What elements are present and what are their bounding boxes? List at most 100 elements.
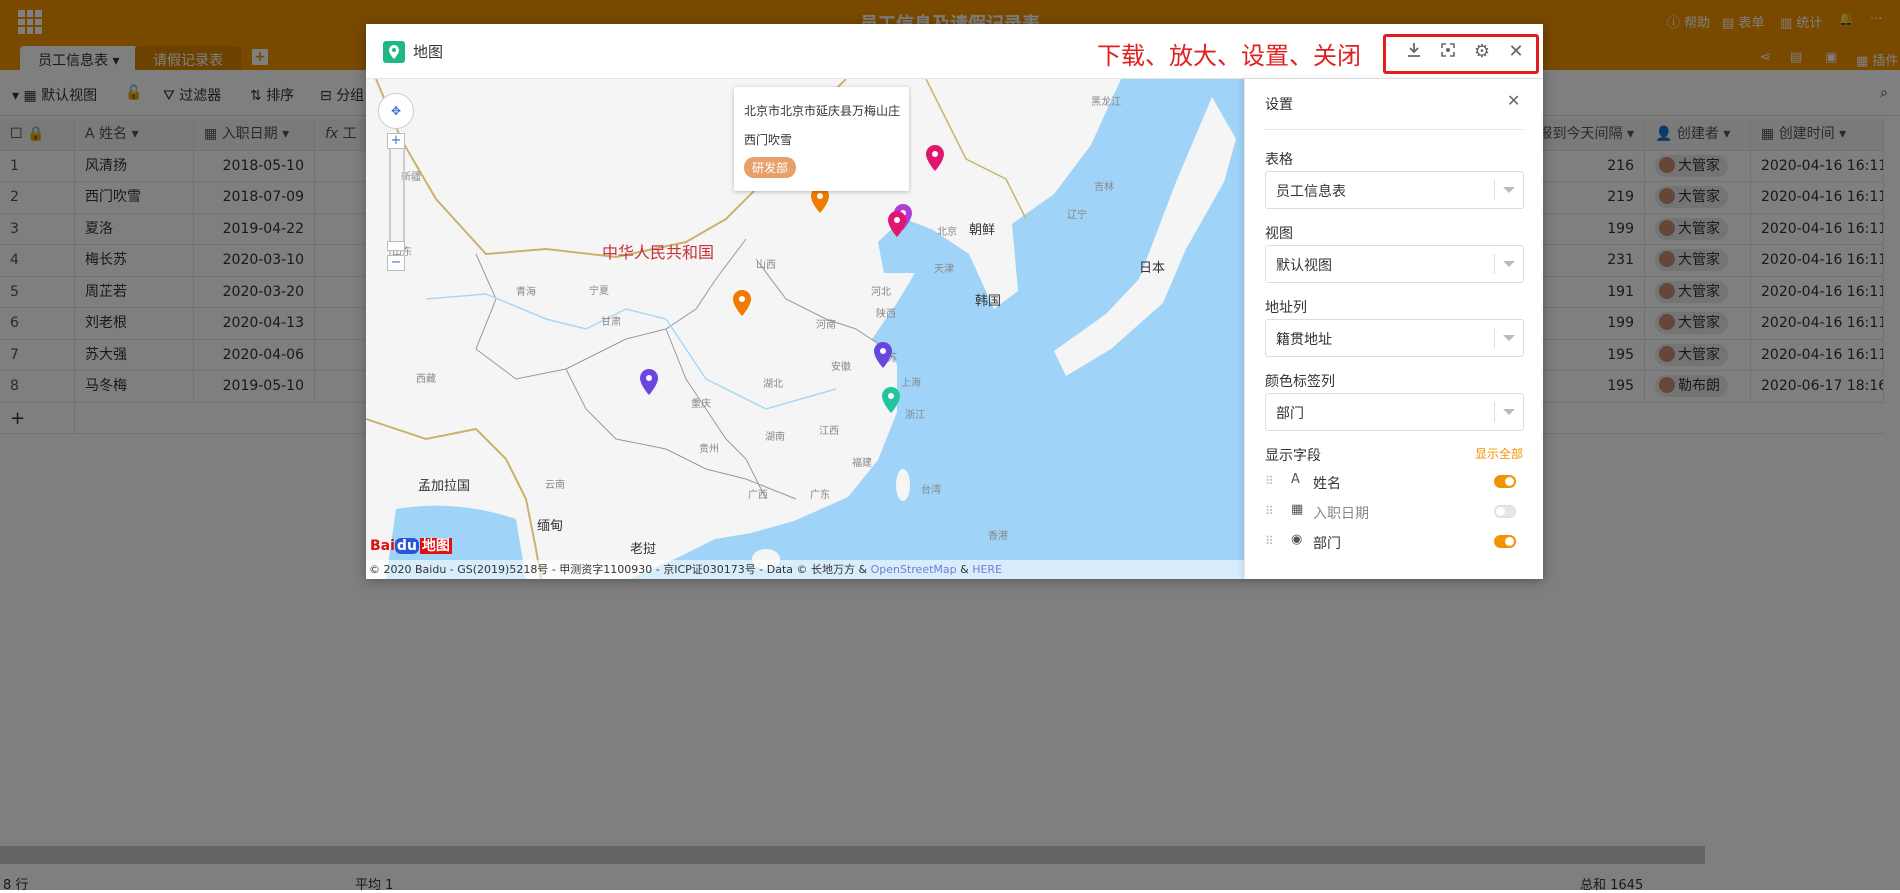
field-name: 入职日期: [1313, 506, 1369, 522]
attribution-amp: &: [956, 563, 973, 576]
close-icon[interactable]: ✕: [1505, 41, 1527, 63]
map-label-province: 香港: [988, 531, 1008, 542]
map-marker-icon[interactable]: [887, 210, 907, 242]
map-label-province: 陕西: [876, 309, 896, 320]
map-label-province: 山西: [756, 260, 776, 271]
map-label-province: 贵州: [699, 444, 719, 455]
marker-popup: 北京市北京市延庆县万梅山庄 西门吹雪 研发部: [734, 87, 909, 191]
calendar-icon: ▦: [1291, 502, 1304, 517]
field-visibility-toggle[interactable]: [1494, 505, 1516, 518]
field-name: 姓名: [1313, 476, 1341, 492]
field-visibility-toggle[interactable]: [1494, 475, 1516, 488]
zoom-in-button[interactable]: +: [387, 133, 405, 149]
map-label-province: 西藏: [416, 374, 436, 385]
map-label-province: 湖南: [765, 432, 785, 443]
settings-close-icon[interactable]: ✕: [1507, 91, 1520, 110]
map-marker-icon[interactable]: [639, 368, 659, 400]
dialog-title: 地图: [413, 43, 444, 61]
zoom-out-button[interactable]: −: [387, 255, 405, 271]
select-value: 部门: [1276, 406, 1304, 422]
chevron-down-icon: [1503, 409, 1515, 415]
view-select[interactable]: 默认视图: [1265, 245, 1524, 283]
display-field-row: ⠿ A 姓名: [1265, 470, 1524, 494]
show-all-link[interactable]: 显示全部: [1475, 445, 1523, 462]
map-label-province: 天津: [934, 264, 954, 275]
baidu-map-logo: Bai du 地图: [370, 538, 452, 554]
map-label-province: 浙江: [905, 410, 925, 421]
display-field-row: ⠿ ◉ 部门: [1265, 530, 1524, 554]
fullscreen-icon[interactable]: [1437, 41, 1459, 63]
map-marker-icon[interactable]: [873, 341, 893, 373]
map-label-province: 江西: [819, 426, 839, 437]
field-visibility-toggle[interactable]: [1494, 535, 1516, 548]
osm-link[interactable]: OpenStreetMap: [871, 563, 957, 576]
map-label-province: 安徽: [831, 362, 851, 373]
map-label: 韩国: [975, 294, 1002, 309]
map-pin-icon: [383, 41, 405, 63]
table-label: 表格: [1265, 152, 1293, 168]
map-label-province: 辽宁: [1067, 210, 1087, 221]
map-label-province: 重庆: [691, 399, 711, 410]
annotation-text: 下载、放大、设置、关闭: [1097, 42, 1361, 70]
map-marker-icon[interactable]: [925, 144, 945, 176]
display-fields-label: 显示字段: [1265, 448, 1321, 464]
map-label: 缅甸: [537, 519, 564, 534]
map-label-country: 中华人民共和国: [602, 243, 715, 262]
download-icon[interactable]: [1403, 41, 1425, 63]
select-icon: ◉: [1291, 532, 1303, 547]
text-icon: A: [1291, 472, 1300, 487]
map-label-province: 广西: [748, 490, 768, 501]
pan-control[interactable]: ✥: [378, 93, 414, 129]
select-value: 员工信息表: [1276, 184, 1346, 200]
map-label-province: 上海: [901, 378, 921, 389]
color-column-label: 颜色标签列: [1265, 374, 1335, 390]
chevron-down-icon: [1503, 187, 1515, 193]
map-label: 孟加拉国: [418, 479, 471, 494]
map-label-province: 吉林: [1094, 182, 1114, 193]
map-marker-icon[interactable]: [881, 386, 901, 418]
map-label-province: 广东: [810, 490, 830, 501]
dialog-header: 地图 下载、放大、设置、关闭 ⚙ ✕: [366, 24, 1543, 79]
divider: [1265, 129, 1524, 130]
map-dialog: 地图 下载、放大、设置、关闭 ⚙ ✕ 中华人民共和国 朝鲜 韩国 日本 孟加拉国: [366, 24, 1543, 579]
address-column-label: 地址列: [1265, 300, 1307, 316]
settings-title: 设置: [1265, 97, 1293, 113]
map-label-province: 台湾: [921, 485, 941, 496]
map-label: 朝鲜: [969, 223, 996, 238]
settings-panel: 设置 ✕ 表格 员工信息表 视图 默认视图 地址列 籍贯地址 颜色标签列 部门 …: [1244, 79, 1543, 579]
address-column-select[interactable]: 籍贯地址: [1265, 319, 1524, 357]
map-label: 日本: [1139, 261, 1166, 276]
field-name: 部门: [1313, 536, 1341, 552]
chevron-down-icon: [1503, 261, 1515, 267]
map-label-province: 河北: [871, 287, 891, 298]
map-marker-icon[interactable]: [732, 289, 752, 321]
zoom-slider-handle[interactable]: [387, 241, 405, 251]
drag-handle-icon[interactable]: ⠿: [1265, 534, 1274, 548]
chevron-down-icon: [1503, 335, 1515, 341]
map-label-province: 云南: [545, 480, 565, 491]
gear-icon[interactable]: ⚙: [1471, 41, 1493, 63]
attribution-text: © 2020 Baidu - GS(2019)5218号 - 甲测资字11009…: [369, 563, 871, 576]
map-label-province: 甘肃: [601, 317, 621, 328]
popup-address: 北京市北京市延庆县万梅山庄: [744, 104, 901, 118]
view-label: 视图: [1265, 226, 1293, 242]
taiwan-landmass: [896, 469, 910, 501]
map-label-province: 河南: [816, 320, 836, 331]
map-label-province: 福建: [852, 458, 872, 469]
map-label: 老挝: [630, 542, 657, 557]
map-attribution: © 2020 Baidu - GS(2019)5218号 - 甲测资字11009…: [366, 560, 1244, 579]
map-label-province: 青海: [516, 287, 536, 298]
drag-handle-icon[interactable]: ⠿: [1265, 474, 1274, 488]
map-label-province: 黑龙江: [1091, 97, 1121, 108]
drag-handle-icon[interactable]: ⠿: [1265, 504, 1274, 518]
select-value: 默认视图: [1276, 258, 1332, 274]
map-canvas[interactable]: 中华人民共和国 朝鲜 韩国 日本 孟加拉国 缅甸 老挝 黑龙江吉林辽宁北京天津河…: [366, 79, 1244, 579]
map-label-province: 宁夏: [589, 286, 609, 297]
here-link[interactable]: HERE: [972, 563, 1002, 576]
popup-name: 西门吹雪: [744, 133, 793, 147]
map-label-province: 湖北: [763, 379, 783, 390]
color-column-select[interactable]: 部门: [1265, 393, 1524, 431]
table-select[interactable]: 员工信息表: [1265, 171, 1524, 209]
map-label-province: 北京: [937, 227, 957, 238]
select-value: 籍贯地址: [1276, 332, 1332, 348]
